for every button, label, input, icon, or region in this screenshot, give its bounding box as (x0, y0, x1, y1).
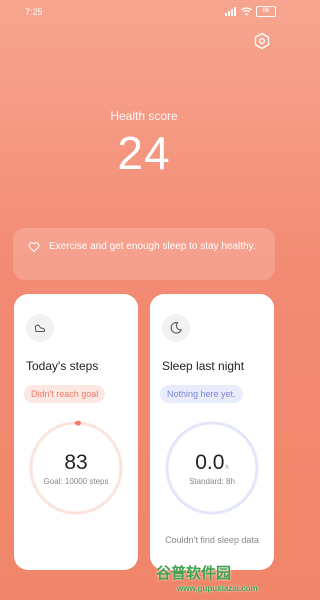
steps-progress-dot (75, 420, 81, 426)
health-tip-banner[interactable]: Exercise and get enough sleep to stay he… (13, 228, 275, 280)
sleep-value-wrap: 0.0h (150, 451, 274, 475)
health-tip-text: Exercise and get enough sleep to stay he… (49, 241, 256, 252)
site-watermark: 谷普软件园 (156, 565, 232, 582)
signal-icon (225, 7, 236, 16)
heart-icon (28, 242, 40, 252)
system-icons: 86 (225, 6, 276, 17)
sleep-title: Sleep last night (162, 359, 245, 373)
steps-card[interactable]: Today's steps Didn't reach goal 83 Goal:… (14, 294, 138, 570)
sleep-standard: Standard: 8h (189, 477, 235, 486)
shoe-icon (34, 324, 46, 333)
sleep-icon-container (162, 314, 190, 342)
moon-icon (170, 322, 182, 334)
wifi-icon (241, 7, 252, 16)
status-time: 7:25 (25, 7, 43, 17)
battery-icon: 86 (256, 6, 276, 17)
health-score-label: Health score (110, 109, 178, 123)
steps-icon-container (26, 314, 54, 342)
sleep-status-badge: Nothing here yet. (160, 385, 243, 403)
status-bar: 7:25 86 (0, 0, 288, 24)
sleep-value: 0.0 (195, 451, 225, 474)
steps-value: 83 (64, 451, 88, 474)
steps-status-badge: Didn't reach goal (24, 385, 106, 403)
settings-icon[interactable] (253, 32, 271, 50)
sleep-unit: h (225, 465, 229, 471)
sleep-no-data-message: Couldn't find sleep data (165, 535, 259, 545)
steps-goal: Goal: 10000 steps (43, 477, 109, 486)
site-watermark-url: www.gupuxiazai.com (177, 584, 258, 593)
steps-title: Today's steps (26, 359, 99, 373)
sleep-card[interactable]: Sleep last night Nothing here yet. 0.0h … (150, 294, 274, 570)
health-score-value: 24 (117, 127, 171, 179)
